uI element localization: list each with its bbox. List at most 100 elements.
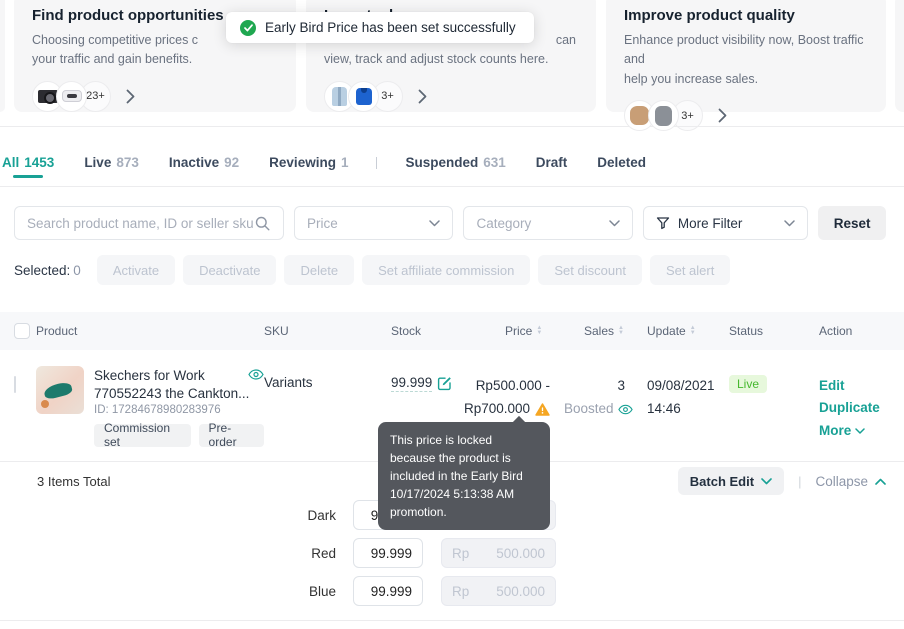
warning-icon[interactable] [535, 403, 550, 416]
promo-card-products: 23+ [32, 81, 280, 112]
variant-stock-input[interactable] [353, 576, 423, 606]
column-header-status: Status [729, 324, 819, 338]
sku-cell: Variants [264, 350, 391, 461]
items-total-label: 3 Items Total [37, 474, 110, 489]
sweater-gray-product-icon [648, 100, 679, 131]
selected-count: Selected:0 [14, 263, 81, 278]
tab-inactive[interactable]: Inactive92 [167, 139, 241, 186]
check-circle-icon [240, 20, 256, 36]
product-cell: Skechers for Work 770552243 the Cankton.… [36, 350, 264, 461]
search-input[interactable] [27, 216, 254, 231]
price-from: Rp500.000 - [464, 375, 550, 398]
chevron-down-icon [855, 428, 865, 434]
column-header-action: Action [819, 324, 904, 338]
collapse-button[interactable]: Collapse [815, 474, 886, 489]
variant-price-value: 500.000 [496, 546, 545, 561]
tab-all[interactable]: All1453 [0, 139, 56, 186]
promo-card-partial-left [0, 0, 5, 112]
update-cell: 09/08/2021 14:46 [647, 350, 729, 461]
currency-prefix: Rp [452, 546, 469, 561]
product-name-line2[interactable]: 770552243 the Cankton... [94, 386, 264, 401]
shirt-product-icon [348, 81, 379, 112]
promo-card-quality[interactable]: Improve product quality Enhance product … [606, 0, 886, 112]
column-header-sku: SKU [264, 324, 391, 338]
more-filter-dropdown[interactable]: More Filter [643, 206, 808, 240]
sort-icon[interactable]: ▲▼ [536, 326, 542, 336]
column-header-price[interactable]: Price ▲▼ [464, 324, 584, 338]
edit-link[interactable]: Edit [819, 375, 904, 397]
toast-message: Early Bird Price has been set successful… [265, 20, 516, 35]
product-management-page: Find product opportunities Choosing comp… [0, 0, 904, 629]
chevron-up-icon [875, 478, 886, 485]
price-locked-tooltip: This price is locked because the product… [378, 422, 550, 530]
variant-name: Red [0, 546, 336, 561]
sort-icon[interactable]: ▲▼ [690, 326, 696, 336]
status-tabs: All1453 Live873 Inactive92 Reviewing1 Su… [0, 139, 904, 187]
chevron-right-icon[interactable] [126, 89, 135, 104]
duplicate-link[interactable]: Duplicate [819, 397, 904, 419]
column-header-update[interactable]: Update ▲▼ [647, 324, 729, 338]
separator: | [798, 474, 801, 489]
reset-button[interactable]: Reset [818, 206, 886, 240]
eye-icon[interactable] [248, 369, 264, 380]
funnel-icon [656, 216, 670, 230]
more-link[interactable]: More [819, 420, 865, 442]
promo-card-title: Improve product quality [624, 7, 870, 24]
set-affiliate-commission-button[interactable]: Set affiliate commission [362, 255, 530, 285]
variant-price-input-disabled: Rp 500.000 [441, 576, 556, 606]
bulk-actions-row: Selected:0 Activate Deactivate Delete Se… [14, 255, 730, 285]
sort-icon[interactable]: ▲▼ [618, 326, 624, 336]
column-header-product: Product [36, 324, 264, 338]
column-header-sales[interactable]: Sales ▲▼ [584, 324, 647, 338]
tab-suspended[interactable]: Suspended631 [403, 139, 507, 186]
stock-value: 99.999 [391, 375, 432, 392]
product-thumbnail[interactable] [36, 366, 84, 414]
category-filter-dropdown[interactable]: Category [463, 206, 632, 240]
activate-button[interactable]: Activate [97, 255, 175, 285]
variant-name: Blue [0, 584, 336, 599]
chevron-right-icon[interactable] [718, 108, 727, 123]
promo-card-products: 3+ [324, 81, 580, 112]
variant-price-value: 500.000 [496, 584, 545, 599]
status-badge: Live [729, 375, 767, 393]
tab-draft[interactable]: Draft [534, 139, 570, 186]
variant-row-blue: Blue Rp 500.000 [0, 576, 904, 606]
section-divider [0, 126, 904, 127]
variant-row-red: Red Rp 500.000 [0, 538, 904, 568]
success-toast: Early Bird Price has been set successful… [226, 12, 534, 43]
tab-reviewing[interactable]: Reviewing1 [267, 139, 350, 186]
chevron-down-icon [429, 220, 440, 227]
boosted-label: Boosted [564, 398, 614, 421]
search-box [14, 206, 284, 240]
row-checkbox[interactable] [14, 376, 16, 393]
promo-card-desc: Enhance product visibility now, Boost tr… [624, 31, 870, 89]
product-id: ID: 17284678980283976 [94, 404, 264, 416]
chevron-right-icon[interactable] [418, 89, 427, 104]
promo-card-partial-right [895, 0, 904, 112]
search-icon[interactable] [254, 215, 271, 232]
vr-headset-product-icon [56, 81, 87, 112]
column-header-stock: Stock [391, 324, 464, 338]
batch-edit-button[interactable]: Batch Edit [678, 467, 784, 495]
variant-stock-input[interactable] [353, 538, 423, 568]
update-date: 09/08/2021 [647, 375, 729, 398]
variant-name: Dark [0, 508, 336, 523]
action-cell: Edit Duplicate More [819, 350, 904, 461]
tab-live[interactable]: Live873 [82, 139, 141, 186]
deactivate-button[interactable]: Deactivate [183, 255, 276, 285]
delete-button[interactable]: Delete [284, 255, 354, 285]
table-header: Product SKU Stock Price ▲▼ Sales ▲▼ Upda… [0, 312, 904, 350]
select-all-checkbox[interactable] [14, 323, 30, 339]
commission-set-tag: Commission set [94, 424, 191, 447]
eye-icon[interactable] [618, 404, 633, 415]
update-time: 14:46 [647, 398, 729, 421]
product-name[interactable]: Skechers for Work [94, 366, 205, 386]
tab-deleted[interactable]: Deleted [595, 139, 648, 186]
currency-prefix: Rp [452, 584, 469, 599]
set-alert-button[interactable]: Set alert [650, 255, 730, 285]
chevron-down-icon [784, 220, 795, 227]
set-discount-button[interactable]: Set discount [538, 255, 642, 285]
edit-stock-icon[interactable] [437, 376, 452, 391]
price-filter-dropdown[interactable]: Price [294, 206, 453, 240]
chevron-down-icon [609, 220, 620, 227]
